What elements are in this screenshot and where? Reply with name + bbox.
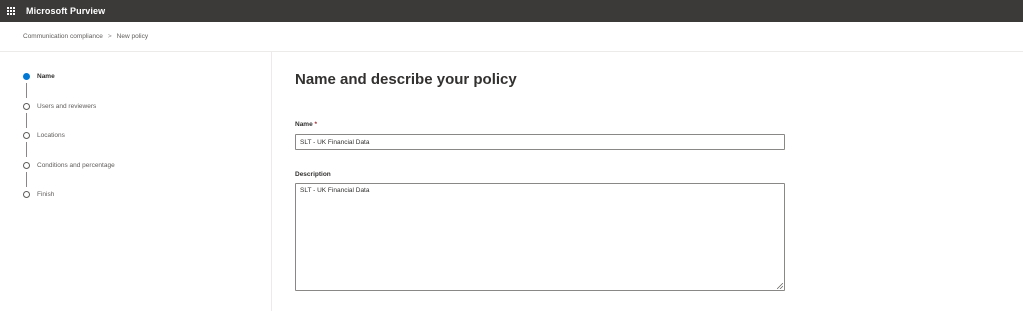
top-nav-bar: Microsoft Purview (0, 0, 1023, 22)
step-label: Name (37, 72, 55, 80)
resize-grip-icon[interactable] (777, 283, 783, 289)
app-title[interactable]: Microsoft Purview (26, 6, 105, 16)
required-marker: * (314, 121, 318, 128)
app-launcher-icon[interactable] (0, 0, 22, 22)
name-field-label: Name * (295, 121, 317, 128)
name-label-text: Name (295, 121, 313, 128)
description-field-label: Description (295, 171, 331, 178)
step-connector (26, 142, 27, 157)
wizard-steps-panel: Name Users and reviewers Locations Condi… (0, 52, 272, 311)
step-connector (26, 83, 27, 98)
step-indicator-icon (23, 161, 30, 169)
step-indicator-icon (23, 131, 30, 139)
step-indicator-icon (23, 102, 30, 110)
name-input[interactable] (295, 134, 785, 150)
step-connector (26, 172, 27, 187)
breadcrumb-separator: > (107, 33, 112, 40)
step-label: Users and reviewers (37, 102, 97, 110)
main-content: Name and describe your policy Name * Des… (272, 52, 1023, 311)
step-connector (26, 113, 27, 128)
breadcrumb-communication-compliance[interactable]: Communication compliance (23, 33, 103, 40)
breadcrumb: Communication compliance > New policy (0, 22, 1023, 52)
description-textarea[interactable]: SLT - UK Financial Data (295, 183, 785, 291)
step-active-indicator-icon (23, 72, 30, 80)
step-label: Finish (37, 190, 55, 198)
step-indicator-icon (23, 190, 30, 198)
breadcrumb-new-policy: New policy (116, 33, 149, 40)
step-label: Locations (37, 131, 65, 139)
step-label: Conditions and percentage (37, 161, 115, 169)
page-title: Name and describe your policy (295, 71, 517, 88)
